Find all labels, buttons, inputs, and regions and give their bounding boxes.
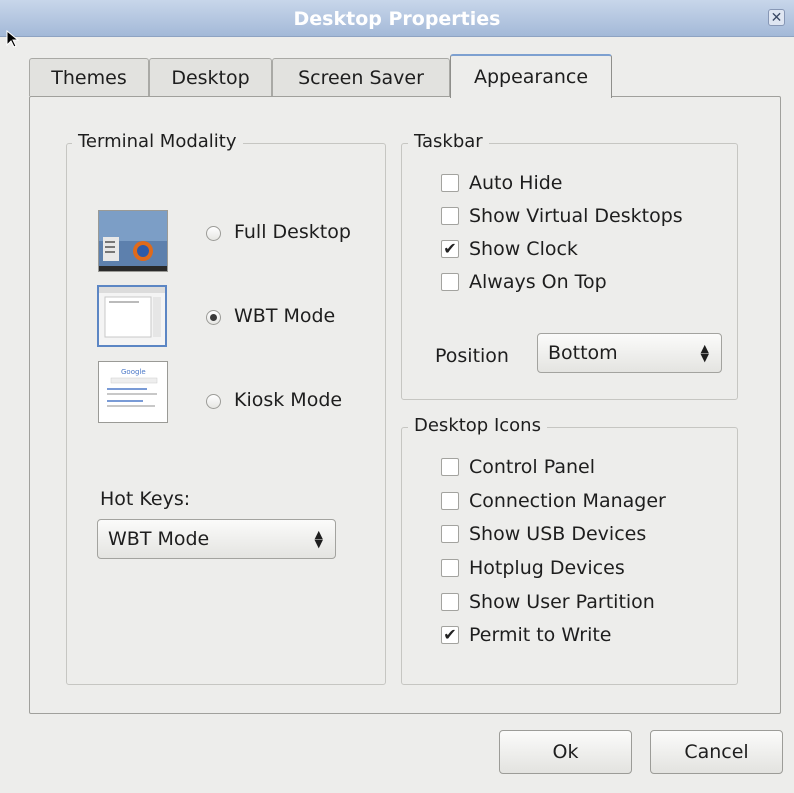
- show-virtual-desktops-label: Show Virtual Desktops: [469, 205, 683, 227]
- tab-screen-saver[interactable]: Screen Saver: [272, 58, 450, 96]
- permit-to-write-label: Permit to Write: [469, 624, 612, 646]
- wbt-mode-thumbnail: [97, 285, 167, 347]
- position-label: Position: [435, 345, 509, 367]
- window-title: Desktop Properties: [293, 8, 501, 30]
- hotplug-devices-label: Hotplug Devices: [469, 557, 625, 579]
- hot-keys-value: WBT Mode: [108, 528, 210, 550]
- wbt-mode-label: WBT Mode: [234, 305, 336, 327]
- show-clock-checkbox[interactable]: ✔: [441, 240, 459, 258]
- connection-manager-checkbox[interactable]: [441, 492, 459, 510]
- show-clock-label: Show Clock: [469, 238, 578, 260]
- tab-label: Screen Saver: [298, 67, 424, 89]
- tab-label: Appearance: [473, 66, 589, 88]
- kiosk-mode-thumbnail: Google: [98, 361, 168, 423]
- tab-label: Themes: [51, 67, 127, 89]
- show-usb-devices-checkbox[interactable]: [441, 525, 459, 543]
- position-value: Bottom: [548, 342, 618, 364]
- full-desktop-thumbnail: [98, 210, 168, 272]
- tab-label: Desktop: [171, 67, 250, 89]
- show-user-partition-label: Show User Partition: [469, 591, 655, 613]
- kiosk-mode-radio[interactable]: [206, 394, 221, 409]
- control-panel-label: Control Panel: [469, 456, 595, 478]
- tab-desktop[interactable]: Desktop: [149, 58, 272, 96]
- desktop-icons-title: Desktop Icons: [408, 415, 547, 437]
- hot-keys-label: Hot Keys:: [100, 488, 191, 510]
- tab-themes[interactable]: Themes: [29, 58, 149, 96]
- ok-button[interactable]: Ok: [499, 730, 632, 774]
- show-usb-devices-label: Show USB Devices: [469, 523, 647, 545]
- wbt-mode-radio[interactable]: [206, 310, 221, 325]
- terminal-modality-title: Terminal Modality: [72, 131, 243, 153]
- full-desktop-label: Full Desktop: [234, 221, 351, 243]
- taskbar-title: Taskbar: [408, 131, 489, 153]
- show-user-partition-checkbox[interactable]: [441, 593, 459, 611]
- appearance-page: Terminal Modality Google Full Desktop WB…: [29, 96, 781, 714]
- select-arrows-icon: ▲ ▼: [314, 527, 323, 550]
- position-select[interactable]: Bottom ▲ ▼: [537, 333, 722, 373]
- full-desktop-radio[interactable]: [206, 226, 221, 241]
- control-panel-checkbox[interactable]: [441, 458, 459, 476]
- always-on-top-label: Always On Top: [469, 271, 607, 293]
- close-icon[interactable]: ✕: [768, 9, 785, 26]
- hot-keys-select[interactable]: WBT Mode ▲ ▼: [97, 519, 336, 559]
- mouse-cursor-icon: [6, 30, 20, 48]
- auto-hide-checkbox[interactable]: [441, 174, 459, 192]
- hotplug-devices-checkbox[interactable]: [441, 559, 459, 577]
- cancel-button[interactable]: Cancel: [650, 730, 783, 774]
- connection-manager-label: Connection Manager: [469, 490, 666, 512]
- always-on-top-checkbox[interactable]: [441, 273, 459, 291]
- kiosk-mode-label: Kiosk Mode: [234, 389, 343, 411]
- select-arrows-icon: ▲ ▼: [700, 341, 709, 364]
- svg-text:Google: Google: [121, 368, 146, 376]
- auto-hide-label: Auto Hide: [469, 172, 563, 194]
- title-bar[interactable]: Desktop Properties ✕: [0, 0, 794, 37]
- show-virtual-desktops-checkbox[interactable]: [441, 207, 459, 225]
- permit-to-write-checkbox[interactable]: ✔: [441, 626, 459, 644]
- tab-appearance[interactable]: Appearance: [450, 54, 612, 98]
